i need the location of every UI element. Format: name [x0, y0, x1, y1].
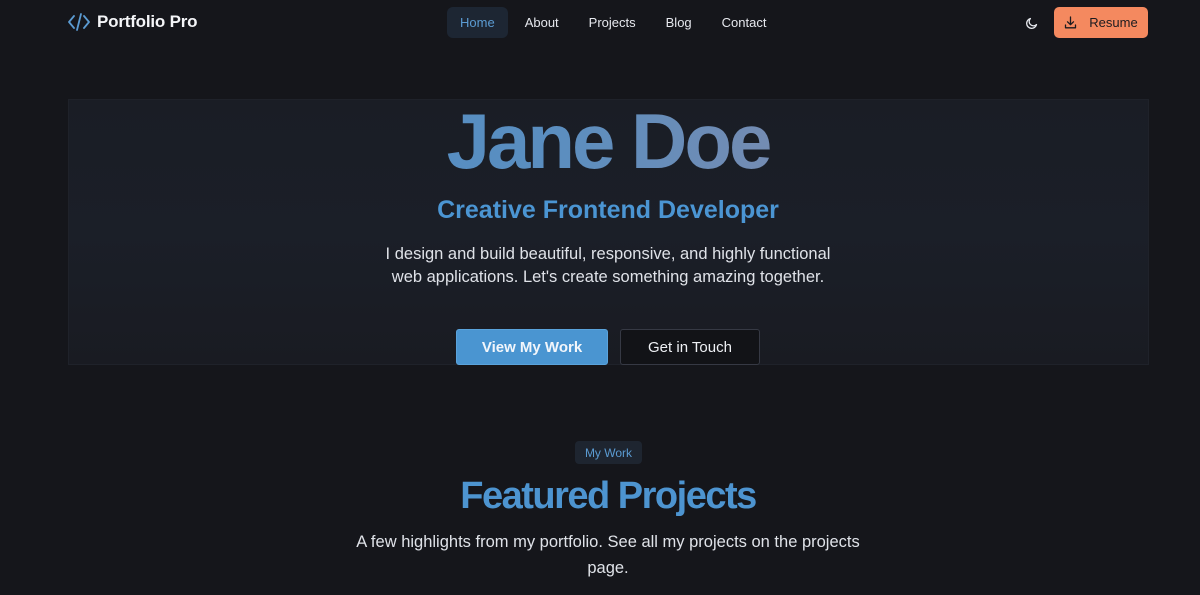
- nav-item-contact[interactable]: Contact: [709, 7, 780, 38]
- navbar: Portfolio Pro Home About Projects Blog C…: [0, 0, 1200, 46]
- hero-role: Creative Frontend Developer: [437, 196, 779, 224]
- brand-logo[interactable]: Portfolio Pro: [68, 12, 198, 32]
- resume-label: Resume: [1089, 15, 1138, 30]
- get-in-touch-button[interactable]: Get in Touch: [620, 329, 760, 365]
- nav-item-about[interactable]: About: [512, 7, 572, 38]
- section-title: Featured Projects: [460, 475, 757, 517]
- nav-item-home[interactable]: Home: [447, 7, 508, 38]
- download-icon: [1065, 16, 1077, 29]
- moon-icon: [1026, 17, 1038, 29]
- section-description: A few highlights from my portfolio. See …: [356, 533, 860, 577]
- nav-item-projects[interactable]: Projects: [576, 7, 649, 38]
- brand-name: Portfolio Pro: [97, 12, 198, 31]
- nav-item-blog[interactable]: Blog: [653, 7, 705, 38]
- section-badge: My Work: [575, 441, 642, 464]
- main-menu: Home About Projects Blog Contact: [447, 7, 779, 38]
- resume-button[interactable]: Resume: [1054, 7, 1148, 38]
- theme-toggle-button[interactable]: [1022, 13, 1042, 33]
- hero-description: I design and build beautiful, responsive…: [385, 245, 831, 286]
- hero-name: Jane Doe: [0, 97, 1200, 185]
- view-my-work-button[interactable]: View My Work: [456, 329, 608, 365]
- code-brackets-icon: [68, 13, 90, 31]
